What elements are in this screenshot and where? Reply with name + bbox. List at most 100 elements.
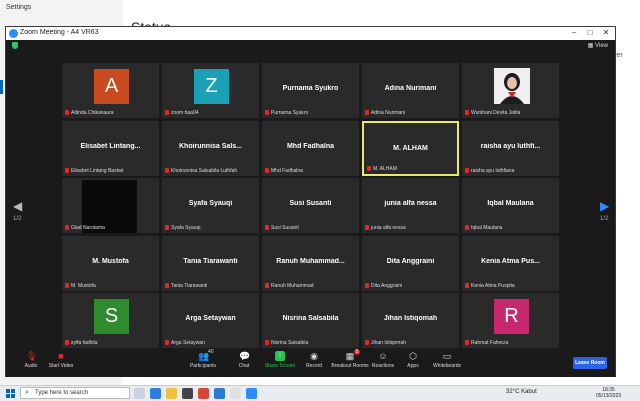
weather-widget[interactable]: 32°C Kabut	[506, 389, 537, 395]
clock[interactable]: 18:35 05/13/2023	[596, 387, 621, 399]
participant-name: Nisrina Salsabila	[282, 315, 339, 322]
word-icon[interactable]	[214, 388, 225, 399]
participant-tile[interactable]: Dita Anggraini Dita Anggraini	[362, 235, 459, 291]
participant-label: M. ALHAM	[367, 166, 397, 172]
participant-label: Khoirunnisa Salsabila Luthfah	[165, 168, 237, 174]
muted-mic-icon	[65, 225, 69, 231]
participant-tile[interactable]: Ranuh Muhammad... Ranuh Muhammad	[262, 235, 359, 291]
office-icon[interactable]	[198, 388, 209, 399]
participant-label-text: Rahmat Fahreza	[471, 340, 509, 346]
muted-mic-icon	[65, 282, 69, 288]
edge-icon[interactable]	[150, 388, 161, 399]
participant-label-text: Elisabet Lintang Bastari	[71, 167, 124, 174]
participant-tile[interactable]: M. Mustofa M. Mustofa	[62, 235, 159, 291]
participant-tile[interactable]: Tania Tiarawanti Tania Tiarawanti	[162, 235, 259, 291]
task-view-icon[interactable]	[134, 388, 145, 399]
participant-tile[interactable]: Kenia Atma Pus... Kenia Atma Puspita	[462, 235, 559, 291]
participant-name: Susi Susanti	[289, 200, 332, 207]
participant-tile[interactable]: Iqbal Maulana Iqbal Maulana	[462, 178, 559, 233]
page-indicator-left: 1/2	[13, 216, 22, 222]
participant-tile[interactable]: Nisrina Salsabila Nisrina Salsabila	[262, 293, 359, 348]
muted-mic-icon	[365, 225, 369, 231]
reactions-icon: ☺	[378, 351, 388, 361]
participant-label-text: Nisrina Salsabila	[271, 340, 309, 346]
file-explorer-icon[interactable]	[166, 388, 177, 399]
zoom-taskbar-icon[interactable]	[246, 388, 257, 399]
participant-tile[interactable]: Adina Nurimani Adina Nurimani	[362, 63, 459, 118]
participant-tile[interactable]: Mhd Fadhalna Mhd Fadhalna	[262, 120, 359, 176]
start-video-button[interactable]: ■ Start Video	[36, 351, 86, 369]
participant-label: Nisrina Salsabila	[265, 340, 308, 346]
participant-label: Syafa Syauqi	[165, 225, 200, 231]
participant-tile[interactable]: M. ALHAM M. ALHAM	[362, 120, 459, 176]
participant-tile[interactable]: Elisabet Lintang... Elisabet Lintang Bast…	[62, 120, 159, 176]
participant-tile[interactable]: raisha ayu luthfi... raisha ayu luthfiana	[462, 120, 559, 176]
participant-label: Wunihani Devita Jelita	[465, 110, 520, 116]
participant-grid: A Adinda Chikanaura Zzoom baa04 Purnama Syu…	[62, 63, 562, 353]
participant-name: M. ALHAM	[393, 144, 428, 152]
participant-label: Iqbal Maulana	[465, 225, 502, 231]
leave-room-button[interactable]: Leave Room	[573, 357, 607, 369]
participant-tile[interactable]: Glad Narotama	[62, 178, 159, 233]
muted-mic-icon	[465, 282, 469, 288]
participant-label-text: Kenia Atma Puspita	[471, 282, 515, 289]
participant-tile[interactable]: Ssyifa fadhila	[62, 293, 159, 348]
participant-label: junia alfa nessa	[365, 225, 406, 231]
participant-tile[interactable]: Zzoom baa04	[162, 63, 259, 118]
participant-label: Rahmat Fahreza	[465, 340, 508, 346]
participant-name: Adina Nurimani	[384, 85, 437, 92]
participant-label-text: Iqbal Maulana	[471, 225, 503, 231]
view-button[interactable]: ▦ View	[588, 42, 608, 49]
participant-name: Tania Tiarawanti	[183, 257, 238, 265]
meeting-topbar: ▦ View	[6, 40, 615, 52]
participant-tile[interactable]: R Rahmat Fahreza	[462, 293, 559, 348]
start-button-icon[interactable]	[6, 389, 15, 398]
window-title: Zoom Meeting - A4 VR63	[20, 29, 99, 36]
muted-mic-icon	[265, 167, 269, 173]
muted-mic-icon	[165, 110, 169, 116]
participant-tile[interactable]: A Adinda Chikanaura	[62, 63, 159, 118]
participant-tile[interactable]: junia alfa nessa junia alfa nessa	[362, 178, 459, 233]
muted-mic-icon	[465, 225, 469, 231]
participant-label-text: zoom baa04	[171, 110, 199, 116]
settings-gear-icon[interactable]	[230, 388, 241, 399]
participant-label: Jihan Istiqomah	[365, 340, 406, 346]
muted-mic-icon	[65, 110, 69, 116]
participant-tile[interactable]: Susi Susanti Susi Susanti	[262, 178, 359, 233]
participant-label-text: syifa fadhila	[71, 340, 98, 346]
muted-mic-icon	[265, 340, 269, 346]
participant-name: raisha ayu luthfi...	[480, 142, 541, 150]
participant-tile[interactable]: Arga Setaywan Arga Setaywan	[162, 293, 259, 348]
participant-label: Adinda Chikanaura	[65, 110, 114, 116]
share-screen-icon: ↑	[275, 351, 285, 361]
view-label: View	[595, 43, 608, 49]
clock-date: 05/13/2023	[596, 393, 622, 399]
next-page-arrow-icon[interactable]: ▶	[600, 199, 609, 213]
minimize-button[interactable]: –	[568, 28, 580, 37]
participant-tile[interactable]: Syafa Syauqi Syafa Syauqi	[162, 178, 259, 233]
prev-page-arrow-icon[interactable]: ◀	[13, 199, 22, 213]
participants-label: Participants	[189, 363, 217, 369]
security-shield-icon[interactable]	[12, 42, 18, 49]
muted-mic-icon	[365, 110, 369, 116]
maximize-button[interactable]: □	[584, 28, 596, 37]
close-button[interactable]: ✕	[600, 28, 612, 37]
participant-tile[interactable]: Wunihani Devita Jelita	[462, 63, 559, 118]
participant-tile[interactable]: Khoirunnisa Sals... Khoirunnisa Salsabila…	[162, 120, 259, 176]
participant-tile[interactable]: Jihan Istiqomah Jihan Istiqomah	[362, 293, 459, 348]
muted-mic-icon	[365, 340, 369, 346]
muted-mic-icon	[65, 340, 69, 346]
taskbar-search-box[interactable]: ⌕ Type here to search	[20, 387, 130, 399]
participant-name: Dita Anggraini	[386, 257, 435, 265]
muted-mic-icon	[65, 167, 69, 173]
chat-icon: 💬	[239, 351, 251, 361]
participant-name: Ranuh Muhammad...	[276, 257, 345, 265]
whiteboards-label: Whiteboards	[432, 363, 462, 369]
participant-name: Khoirunnisa Sals...	[178, 142, 242, 150]
participant-tile[interactable]: Purnama Syukro Purnama Syukro	[262, 63, 359, 118]
muted-mic-icon	[465, 167, 469, 173]
participant-label: Dita Anggraini	[365, 283, 402, 289]
participant-avatar: R	[494, 299, 529, 334]
store-icon[interactable]	[182, 388, 193, 399]
whiteboards-button[interactable]: ▭ Whiteboards	[422, 351, 472, 369]
